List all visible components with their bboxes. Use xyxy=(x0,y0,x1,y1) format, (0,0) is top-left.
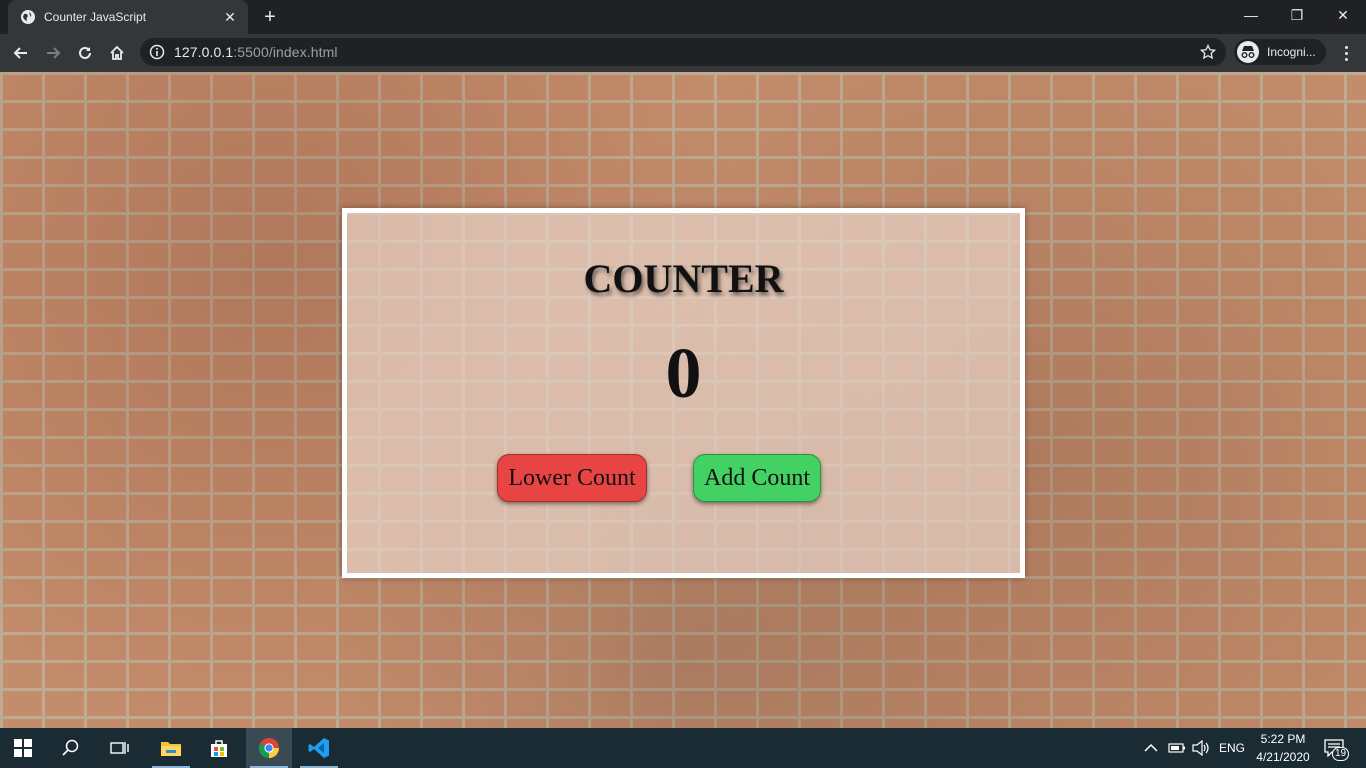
info-icon[interactable] xyxy=(149,44,165,60)
url-path: :5500/index.html xyxy=(233,44,338,60)
tab-strip: Counter JavaScript ✕ + — ❐ ✕ xyxy=(0,0,1366,34)
search-icon xyxy=(62,739,79,756)
page-viewport: COUNTER 0 Lower Count Add Count xyxy=(0,72,1366,728)
browser-tab[interactable]: Counter JavaScript ✕ xyxy=(8,0,248,34)
reload-button[interactable] xyxy=(72,40,98,66)
minimize-button[interactable]: — xyxy=(1228,0,1274,32)
browser-toolbar: 127.0.0.1:5500/index.html Incogni... xyxy=(0,34,1366,72)
battery-icon[interactable] xyxy=(1168,728,1186,768)
chevron-up-icon xyxy=(1144,743,1158,752)
restore-button[interactable]: ❐ xyxy=(1274,0,1320,32)
store-icon xyxy=(211,740,227,757)
address-bar[interactable]: 127.0.0.1:5500/index.html xyxy=(140,38,1226,66)
chrome-button[interactable] xyxy=(246,728,292,768)
counter-value: 0 xyxy=(665,333,702,413)
url-text: 127.0.0.1:5500/index.html xyxy=(174,44,338,60)
volume-icon[interactable] xyxy=(1192,728,1210,768)
notification-badge: 19 xyxy=(1332,747,1350,761)
language-indicator[interactable]: ENG xyxy=(1219,728,1245,768)
task-view-button[interactable] xyxy=(96,728,142,768)
action-center-button[interactable]: 19 xyxy=(1322,728,1350,768)
vscode-icon xyxy=(308,738,329,758)
arrow-left-icon xyxy=(13,47,27,59)
close-window-button[interactable]: ✕ xyxy=(1320,0,1366,32)
profile-label: Incogni... xyxy=(1267,45,1316,59)
start-icon xyxy=(14,739,32,757)
incognito-profile-button[interactable]: Incogni... xyxy=(1234,39,1326,65)
tab-close-icon[interactable]: ✕ xyxy=(222,9,238,26)
clock-time: 5:22 PM xyxy=(1260,732,1306,746)
lower-count-button[interactable]: Lower Count xyxy=(497,454,647,502)
counter-card: COUNTER 0 Lower Count Add Count xyxy=(342,208,1025,578)
bookmark-star-icon[interactable] xyxy=(1199,43,1217,60)
search-button[interactable] xyxy=(48,728,94,768)
notification-icon: 19 xyxy=(1322,737,1350,761)
forward-button[interactable] xyxy=(40,40,66,66)
task-view-icon xyxy=(110,742,129,754)
home-button[interactable] xyxy=(104,40,130,66)
clock-date: 4/21/2020 xyxy=(1256,750,1310,764)
globe-icon xyxy=(20,9,36,25)
show-hidden-icons-button[interactable] xyxy=(1144,728,1158,768)
start-button[interactable] xyxy=(0,728,46,768)
add-count-button[interactable]: Add Count xyxy=(693,454,821,502)
page-title: COUNTER xyxy=(583,256,784,301)
browser-menu-button[interactable] xyxy=(1336,42,1356,64)
clock[interactable]: 5:22 PM 4/21/2020 xyxy=(1248,730,1318,766)
back-button[interactable] xyxy=(8,40,34,66)
home-icon xyxy=(110,45,124,60)
vscode-button[interactable] xyxy=(296,728,342,768)
taskbar: ENG 5:22 PM 4/21/2020 19 xyxy=(0,728,1366,768)
file-explorer-button[interactable] xyxy=(148,728,194,768)
chrome-icon xyxy=(258,738,279,759)
arrow-right-icon xyxy=(47,47,61,59)
new-tab-button[interactable]: + xyxy=(258,5,282,29)
tab-title: Counter JavaScript xyxy=(44,10,147,24)
store-button[interactable] xyxy=(196,728,242,768)
incognito-icon xyxy=(1237,41,1259,63)
reload-icon xyxy=(79,46,91,59)
file-explorer-icon xyxy=(161,742,181,756)
url-host: 127.0.0.1 xyxy=(174,44,234,60)
